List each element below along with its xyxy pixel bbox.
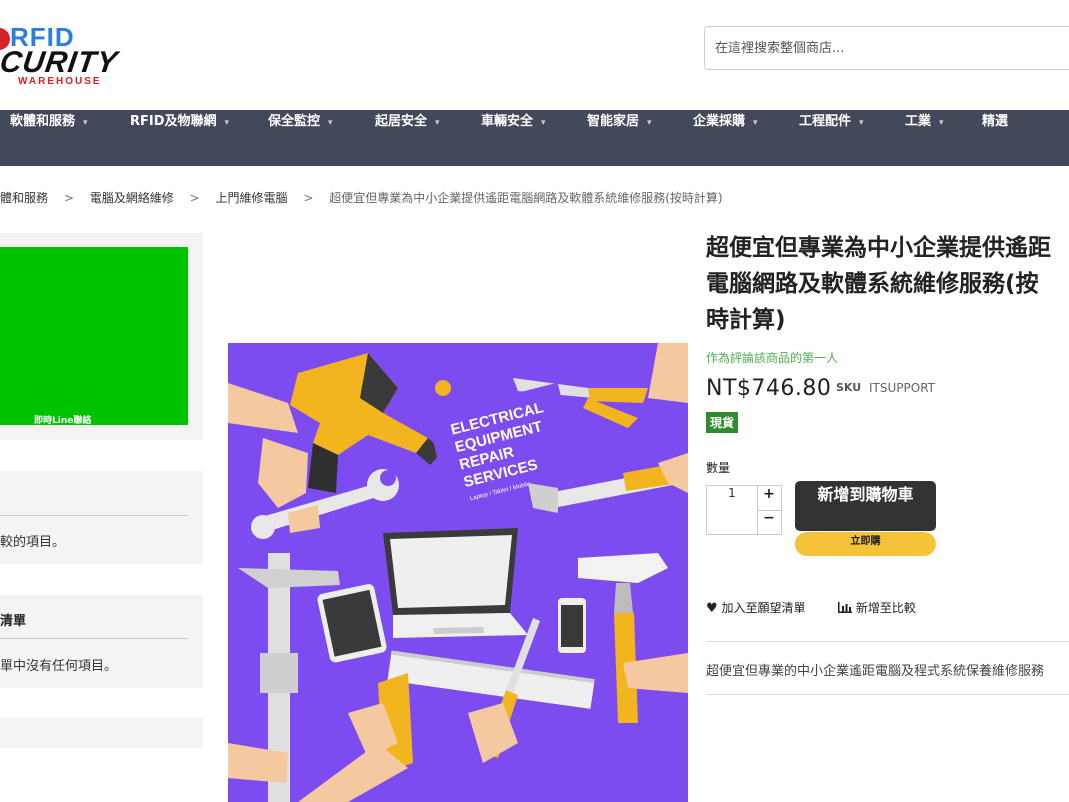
chevron-down-icon: ▾ — [647, 118, 652, 128]
wishlist-empty-text: 單中沒有任何項目。 — [0, 659, 118, 674]
add-to-wishlist-button[interactable]: ♥ 加入至願望清單 — [706, 599, 806, 616]
add-to-cart-button[interactable]: 新增到購物車 — [795, 481, 936, 531]
search-input[interactable] — [704, 26, 1069, 70]
add-to-compare-button[interactable]: 新增至比較 — [838, 599, 916, 616]
line-contact-banner[interactable]: 即時Line聯絡 — [0, 247, 188, 426]
line-contact-label: 即時Line聯絡 — [34, 416, 92, 426]
sidebar-widget — [0, 718, 203, 748]
heart-icon: ♥ — [706, 601, 718, 616]
nav-item-rfid-iot[interactable]: RFID及物聯網 ▾ — [130, 110, 229, 166]
breadcrumb-link[interactable]: 體和服務 — [0, 191, 48, 205]
nav-item-engineering-parts[interactable]: 工程配件 ▾ — [799, 110, 864, 166]
nav-item-home-safety[interactable]: 起居安全 ▾ — [375, 110, 440, 166]
stock-badge: 現貨 — [706, 412, 739, 433]
chevron-down-icon: ▾ — [541, 118, 546, 128]
wishlist-widget: 清單 單中沒有任何項目。 — [0, 595, 203, 688]
nav-item-enterprise-purchase[interactable]: 企業採購 ▾ — [693, 110, 758, 166]
first-review-link[interactable]: 作為評論該商品的第一人 — [706, 349, 838, 366]
compare-widget: 較的項目。 — [0, 471, 203, 564]
breadcrumb-separator: > — [189, 191, 200, 205]
nav-item-label: 工程配件 — [799, 114, 852, 129]
divider — [0, 515, 188, 516]
quantity-stepper: 1 + − — [706, 485, 782, 535]
logo-text-warehouse: WAREHOUSE — [18, 76, 102, 87]
divider — [0, 638, 188, 639]
quantity-label: 數量 — [706, 461, 731, 475]
main-nav: 軟體和服務 ▾ RFID及物聯網 ▾ 保全監控 ▾ 起居安全 ▾ 車輛安全 ▾ 智能家居 ▾… — [0, 110, 1069, 166]
tape-measure-illustration — [435, 380, 451, 396]
laptop-illustration — [383, 528, 528, 638]
chevron-down-icon: ▾ — [224, 118, 230, 128]
chevron-down-icon: ▾ — [435, 118, 440, 128]
nav-item-label: 智能家居 — [587, 114, 640, 129]
nav-item-label: 軟體和服務 — [10, 114, 76, 129]
nav-item-label: 企業採購 — [693, 114, 746, 129]
sku-label: SKU — [836, 381, 862, 394]
nav-item-label: 保全監控 — [268, 114, 321, 129]
store-logo[interactable]: RFID CURITY WAREHOUSE — [0, 22, 120, 88]
breadcrumb: 體和服務 > 電腦及網絡維修 > 上門維修電腦 > 超便宜但專業為中小企業提供遙… — [0, 189, 723, 206]
wishlist-label: 加入至願望清單 — [721, 601, 806, 615]
chevron-down-icon: ▾ — [328, 118, 333, 128]
nav-item-vehicle-safety[interactable]: 車輛安全 ▾ — [481, 110, 546, 166]
sku-value: ITSUPPORT — [869, 381, 935, 395]
product-short-description: 超便宜但專業的中小企業遙距電腦及程式系統保養維修服務 — [706, 664, 1045, 679]
breadcrumb-link[interactable]: 電腦及網絡維修 — [90, 191, 174, 205]
chevron-down-icon: ▾ — [753, 118, 758, 128]
product-price: NT$746.80 — [706, 376, 832, 401]
product-title: 超便宜但專業為中小企業提供遙距電腦網路及軟體系統維修服務(按時計算) — [706, 235, 1051, 333]
quantity-input[interactable]: 1 — [707, 486, 758, 534]
breadcrumb-separator: > — [63, 191, 74, 205]
breadcrumb-separator: > — [303, 191, 314, 205]
nav-item-featured[interactable]: 精選 — [982, 110, 1008, 166]
bar-chart-icon — [838, 602, 852, 613]
phone-illustration — [558, 598, 586, 653]
product-image[interactable]: ELECTRICAL EQUIPMENT REPAIR SERVICES Lap… — [228, 343, 688, 802]
compare-label: 新增至比較 — [855, 601, 916, 615]
nav-item-label: 起居安全 — [375, 114, 428, 129]
quantity-decrease-button[interactable]: − — [757, 510, 781, 534]
compare-empty-text: 較的項目。 — [0, 535, 66, 550]
chevron-down-icon: ▾ — [83, 118, 88, 128]
nav-item-security-surveillance[interactable]: 保全監控 ▾ — [268, 110, 333, 166]
divider — [706, 694, 1069, 695]
buy-now-button[interactable]: 立即購 — [795, 532, 936, 556]
logo-text-security: CURITY — [0, 46, 121, 79]
quantity-increase-button[interactable]: + — [757, 486, 781, 510]
wishlist-title: 清單 — [0, 614, 27, 629]
nav-item-industrial[interactable]: 工業 ▾ — [905, 110, 944, 166]
divider — [706, 641, 1069, 642]
chevron-down-icon: ▾ — [939, 118, 944, 128]
nav-item-label: 精選 — [982, 114, 1009, 129]
breadcrumb-link[interactable]: 上門維修電腦 — [215, 191, 287, 205]
nav-item-label: RFID及物聯網 — [130, 114, 217, 129]
nav-item-label: 車輛安全 — [481, 114, 534, 129]
nav-item-software-services[interactable]: 軟體和服務 ▾ — [10, 110, 88, 166]
nav-item-label: 工業 — [905, 114, 932, 129]
breadcrumb-current: 超便宜但專業為中小企業提供遙距電腦網路及軟體系統維修服務(按時計算) — [329, 191, 723, 205]
nav-item-smart-home[interactable]: 智能家居 ▾ — [587, 110, 652, 166]
chevron-down-icon: ▾ — [859, 118, 864, 128]
